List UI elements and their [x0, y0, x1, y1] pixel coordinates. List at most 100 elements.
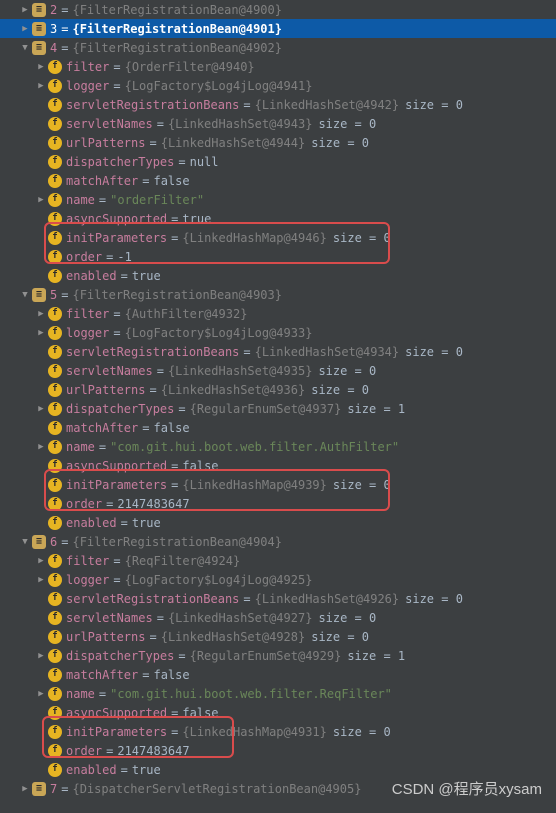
tree-row[interactable]: ▶filter={AuthFilter@4932} [0, 304, 556, 323]
field-icon [48, 326, 62, 340]
tree-row[interactable]: ▶dispatcherTypes={RegularEnumSet@4937}si… [0, 399, 556, 418]
collapse-icon[interactable]: ▶ [36, 689, 46, 699]
collapse-icon[interactable]: ▶ [36, 309, 46, 319]
tree-row[interactable]: ▶2={FilterRegistrationBean@4900} [0, 0, 556, 19]
tree-row[interactable]: ▶initParameters={LinkedHashMap@4931}size… [0, 722, 556, 741]
equals-sign: = [142, 421, 149, 435]
equals-sign: = [178, 155, 185, 169]
tree-row[interactable]: ▶filter={ReqFilter@4924} [0, 551, 556, 570]
variable-name: enabled [66, 763, 117, 777]
field-icon [48, 687, 62, 701]
tree-row[interactable]: ▶enabled=true [0, 513, 556, 532]
list-entry-icon [32, 782, 46, 796]
expand-icon[interactable]: ▼ [20, 537, 30, 547]
collapse-icon[interactable]: ▶ [36, 81, 46, 91]
variable-value: 2147483647 [117, 744, 189, 758]
equals-sign: = [106, 250, 113, 264]
tree-row[interactable]: ▶initParameters={LinkedHashMap@4946}size… [0, 228, 556, 247]
tree-row[interactable]: ▼5={FilterRegistrationBean@4903} [0, 285, 556, 304]
collapse-icon[interactable]: ▶ [20, 5, 30, 15]
variable-name: matchAfter [66, 668, 138, 682]
tree-row[interactable]: ▼6={FilterRegistrationBean@4904} [0, 532, 556, 551]
collapse-icon[interactable]: ▶ [36, 62, 46, 72]
debug-variables-tree[interactable]: ▶2={FilterRegistrationBean@4900}▶3={Filt… [0, 0, 556, 798]
tree-row[interactable]: ▶logger={LogFactory$Log4jLog@4941} [0, 76, 556, 95]
tree-row[interactable]: ▶servletNames={LinkedHashSet@4927}size =… [0, 608, 556, 627]
variable-value: {LinkedHashMap@4931} [182, 725, 327, 739]
tree-row[interactable]: ▶name="com.git.hui.boot.web.filter.AuthF… [0, 437, 556, 456]
variable-value: {OrderFilter@4940} [125, 60, 255, 74]
tree-row[interactable]: ▶dispatcherTypes={RegularEnumSet@4929}si… [0, 646, 556, 665]
collapse-icon[interactable]: ▶ [36, 651, 46, 661]
tree-row[interactable]: ▶servletRegistrationBeans={LinkedHashSet… [0, 95, 556, 114]
expand-icon[interactable]: ▼ [20, 290, 30, 300]
tree-row[interactable]: ▶asyncSupported=true [0, 209, 556, 228]
tree-row[interactable]: ▶3={FilterRegistrationBean@4901} [0, 19, 556, 38]
tree-row[interactable]: ▶name="com.git.hui.boot.web.filter.ReqFi… [0, 684, 556, 703]
tree-row[interactable]: ▶matchAfter=false [0, 418, 556, 437]
variable-name: 7 [50, 782, 57, 796]
field-icon [48, 611, 62, 625]
variable-name: name [66, 193, 95, 207]
tree-row[interactable]: ▶servletNames={LinkedHashSet@4943}size =… [0, 114, 556, 133]
tree-row[interactable]: ▶order=2147483647 [0, 494, 556, 513]
tree-row[interactable]: ▶servletRegistrationBeans={LinkedHashSet… [0, 342, 556, 361]
tree-row[interactable]: ▶enabled=true [0, 266, 556, 285]
variable-name: enabled [66, 516, 117, 530]
variable-name: filter [66, 60, 109, 74]
collapse-icon[interactable]: ▶ [36, 442, 46, 452]
tree-row[interactable]: ▶dispatcherTypes=null [0, 152, 556, 171]
tree-row[interactable]: ▶order=-1 [0, 247, 556, 266]
variable-name: servletRegistrationBeans [66, 592, 239, 606]
collapse-icon[interactable]: ▶ [36, 328, 46, 338]
tree-row[interactable]: ▶asyncSupported=false [0, 456, 556, 475]
collapse-icon[interactable]: ▶ [36, 195, 46, 205]
tree-row[interactable]: ▶name="orderFilter" [0, 190, 556, 209]
list-entry-icon [32, 41, 46, 55]
tree-row[interactable]: ▶urlPatterns={LinkedHashSet@4936}size = … [0, 380, 556, 399]
tree-row[interactable]: ▶asyncSupported=false [0, 703, 556, 722]
field-icon [48, 516, 62, 530]
expand-icon[interactable]: ▼ [20, 43, 30, 53]
equals-sign: = [157, 364, 164, 378]
tree-row[interactable]: ▶logger={LogFactory$Log4jLog@4925} [0, 570, 556, 589]
tree-row[interactable]: ▶logger={LogFactory$Log4jLog@4933} [0, 323, 556, 342]
variable-value: null [190, 155, 219, 169]
collapse-icon[interactable]: ▶ [36, 575, 46, 585]
equals-sign: = [243, 98, 250, 112]
variable-value: {LinkedHashSet@4928} [161, 630, 306, 644]
field-icon [48, 155, 62, 169]
tree-row[interactable]: ▶order=2147483647 [0, 741, 556, 760]
variable-name: servletRegistrationBeans [66, 345, 239, 359]
field-icon [48, 497, 62, 511]
equals-sign: = [61, 41, 68, 55]
variable-value: false [182, 706, 218, 720]
tree-row[interactable]: ▶servletNames={LinkedHashSet@4935}size =… [0, 361, 556, 380]
tree-row[interactable]: ▶initParameters={LinkedHashMap@4939}size… [0, 475, 556, 494]
equals-sign: = [113, 573, 120, 587]
variable-name: enabled [66, 269, 117, 283]
tree-row[interactable]: ▶enabled=true [0, 760, 556, 779]
collapse-icon[interactable]: ▶ [36, 404, 46, 414]
tree-row[interactable]: ▶matchAfter=false [0, 171, 556, 190]
tree-row[interactable]: ▶urlPatterns={LinkedHashSet@4928}size = … [0, 627, 556, 646]
variable-value: false [153, 174, 189, 188]
variable-value: 2147483647 [117, 497, 189, 511]
size-suffix: size = 0 [311, 630, 369, 644]
size-suffix: size = 0 [333, 725, 391, 739]
equals-sign: = [157, 611, 164, 625]
variable-name: logger [66, 79, 109, 93]
tree-row[interactable]: ▶urlPatterns={LinkedHashSet@4944}size = … [0, 133, 556, 152]
collapse-icon[interactable]: ▶ [20, 24, 30, 34]
equals-sign: = [121, 763, 128, 777]
collapse-icon[interactable]: ▶ [36, 556, 46, 566]
tree-row[interactable]: ▶servletRegistrationBeans={LinkedHashSet… [0, 589, 556, 608]
collapse-icon[interactable]: ▶ [20, 784, 30, 794]
tree-row[interactable]: ▶matchAfter=false [0, 665, 556, 684]
tree-row[interactable]: ▼4={FilterRegistrationBean@4902} [0, 38, 556, 57]
equals-sign: = [113, 307, 120, 321]
tree-row[interactable]: ▶filter={OrderFilter@4940} [0, 57, 556, 76]
variable-value: {LinkedHashSet@4942} [255, 98, 400, 112]
variable-value: {AuthFilter@4932} [125, 307, 248, 321]
variable-value: "com.git.hui.boot.web.filter.AuthFilter" [110, 440, 399, 454]
